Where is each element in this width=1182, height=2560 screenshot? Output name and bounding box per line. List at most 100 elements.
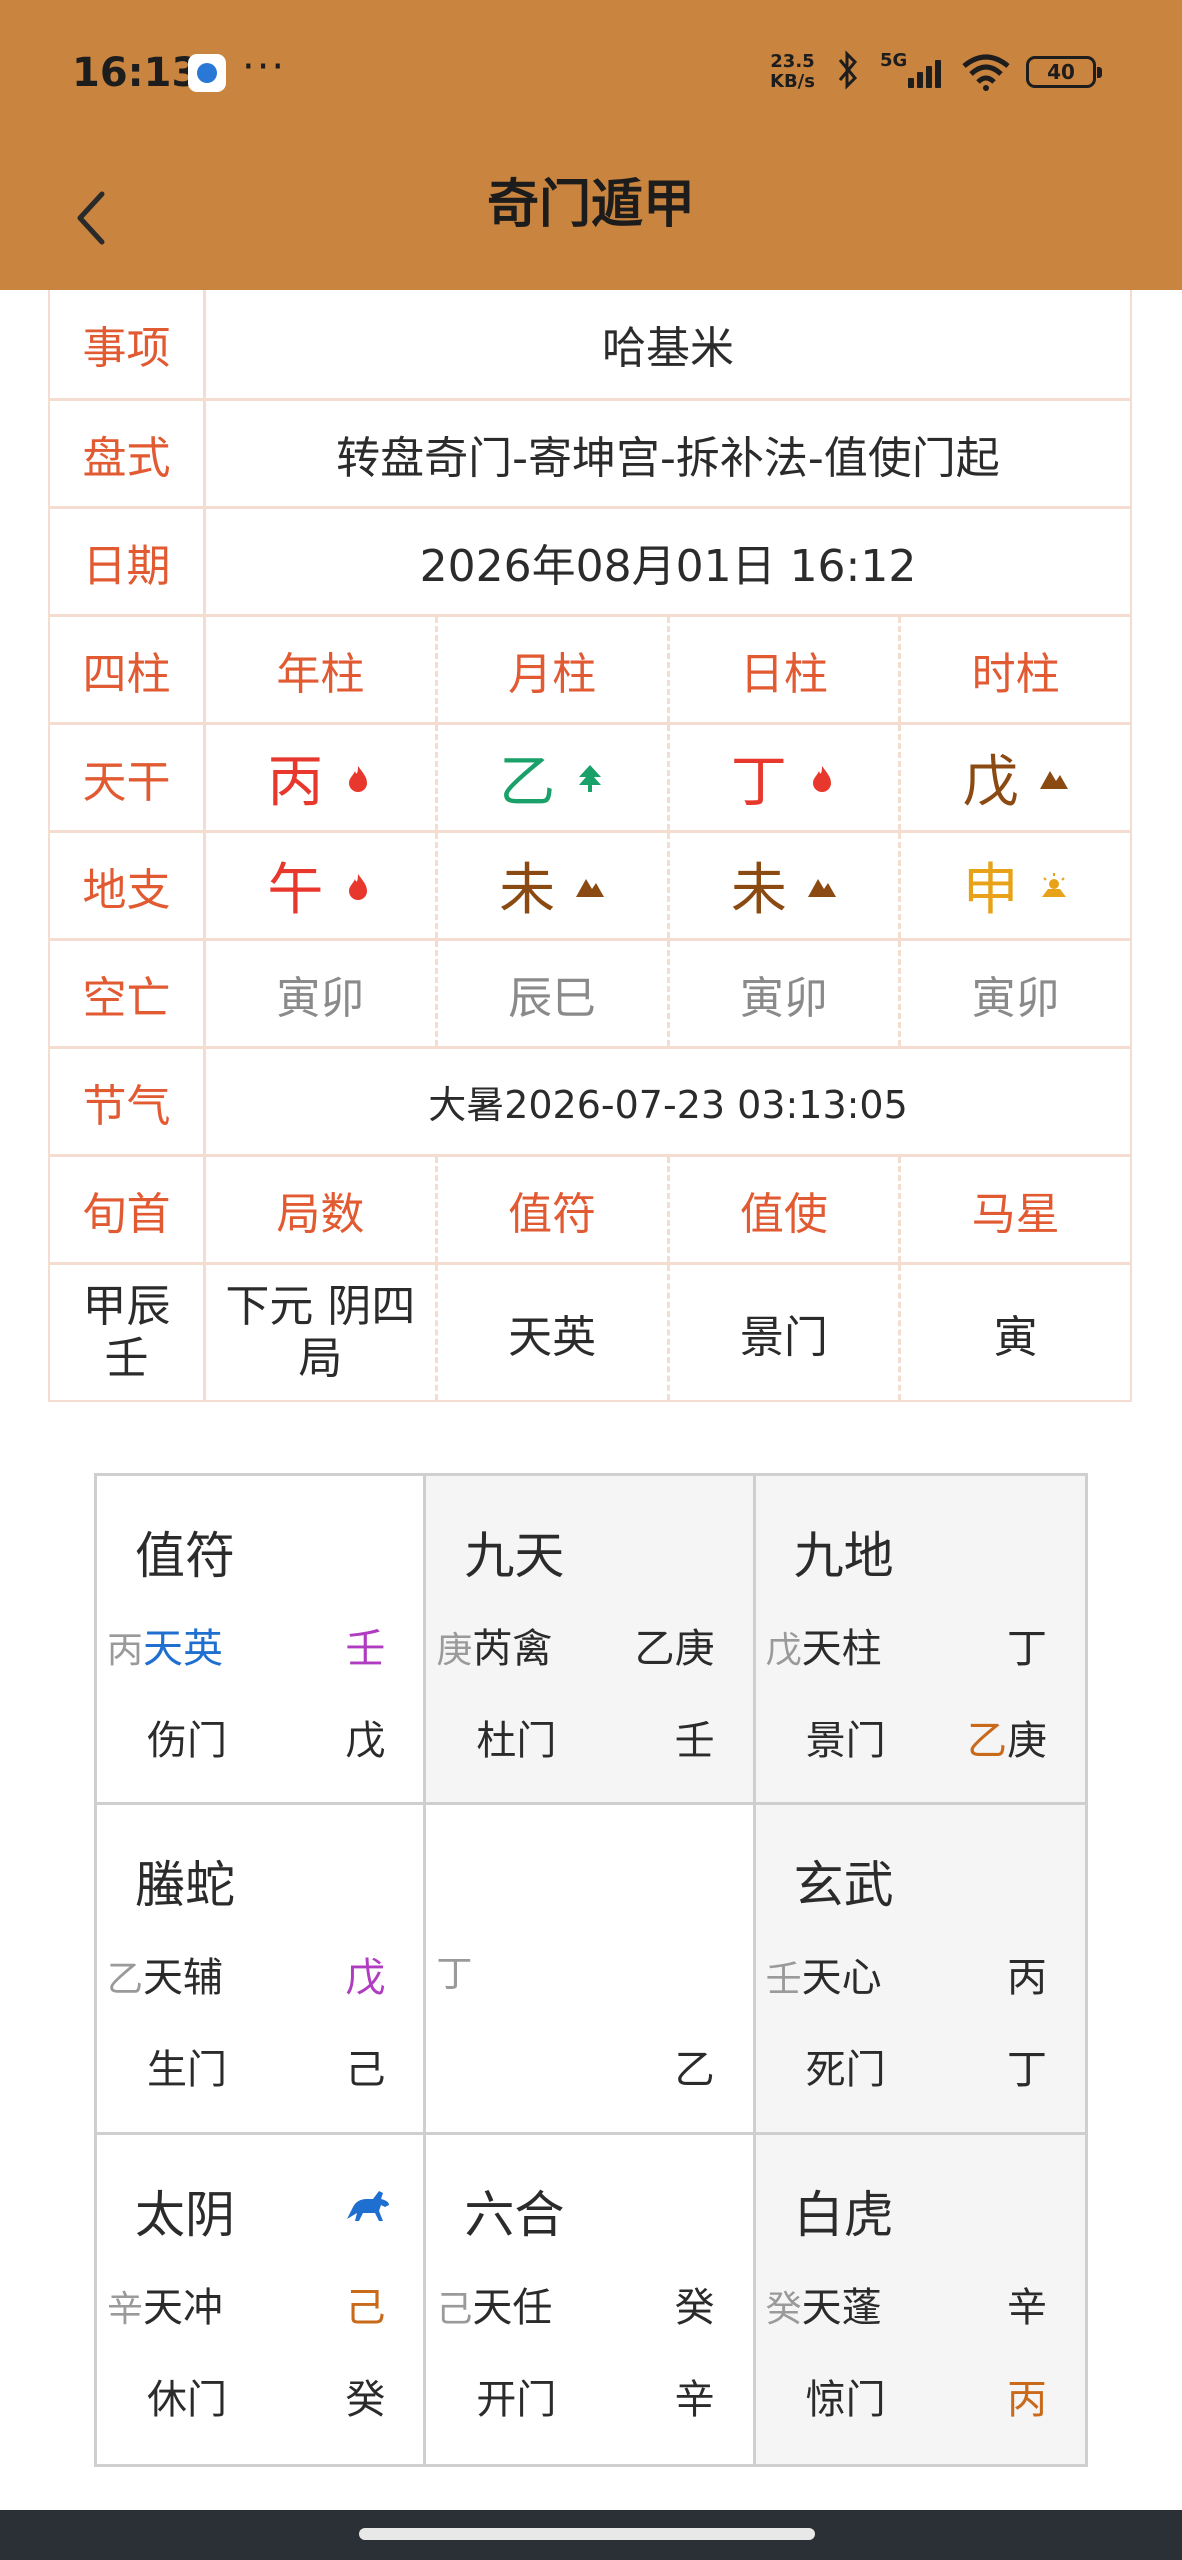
earthly-branches-row: 地支 午 未 未 申 — [50, 830, 1130, 938]
palace-star-name: 天柱 — [801, 1626, 882, 1672]
network-type: 5G — [880, 50, 908, 71]
layout-label: 盘式 — [50, 401, 206, 506]
palace-star-stem: 戊 — [765, 1630, 802, 1671]
palace-earth-stem: 己 — [345, 2047, 386, 2094]
palace-door: 惊门 — [805, 2376, 886, 2423]
palace-heaven-stem: 己 — [345, 2284, 386, 2331]
zhishi-header: 值使 — [670, 1157, 902, 1262]
xunshou-line1: 甲辰 — [82, 1280, 171, 1332]
palace-god: 值符 — [135, 1527, 235, 1585]
palace-star-stem: 辛 — [107, 2288, 144, 2330]
more-notifications-icon: ··· — [242, 44, 287, 90]
wifi-icon — [960, 52, 1012, 92]
center-stem-top: 丁 — [436, 1945, 472, 1997]
palace-heaven-stem: 癸 — [674, 2284, 715, 2331]
status-time: 16:13 — [72, 50, 200, 96]
palace-south[interactable]: 九天 庚芮禽 乙庚 杜门 壬 — [426, 1476, 756, 1806]
palace-star-name: 天蓬 — [801, 2284, 882, 2331]
page-title: 奇门遁甲 — [486, 175, 695, 235]
date-row: 日期 2026年08月01日 16:12 — [50, 506, 1130, 614]
hour-stem: 戊 — [962, 750, 1019, 815]
center-top-stem: 丁 — [436, 1954, 473, 1996]
stems-label: 天干 — [50, 725, 206, 830]
matter-label: 事项 — [50, 290, 206, 398]
palace-earth-stem: 乙庚 — [967, 1708, 1047, 1766]
matter-row: 事项 哈基米 — [50, 290, 1130, 398]
palace-heaven-stem: 戊 — [345, 1955, 386, 2002]
home-indicator[interactable] — [359, 2528, 815, 2540]
palace-earth-stem: 丁 — [1007, 2047, 1047, 2094]
palace-star-stem: 壬 — [765, 1959, 802, 2001]
network-speed-unit: KB/s — [770, 71, 815, 92]
month-stem: 乙 — [499, 750, 556, 815]
matter-value: 哈基米 — [602, 323, 734, 374]
palace-earth-stem-a: 乙 — [967, 1718, 1007, 1764]
ju-value: 下元 阴四局 — [206, 1265, 438, 1400]
month-branch: 未 — [499, 858, 556, 923]
pillars-label: 四柱 — [50, 617, 206, 722]
hour-void: 寅卯 — [971, 972, 1060, 1024]
month-branch-cell: 未 — [438, 833, 670, 938]
xunshou-value: 甲辰壬 — [50, 1265, 206, 1400]
center-stem-bottom: 乙 — [674, 2047, 715, 2094]
palace-star: 辛天冲 — [107, 2275, 223, 2333]
battery-icon: 40 — [1026, 56, 1102, 88]
solar-term-row: 节气 大暑2026-07-23 03:13:05 — [50, 1046, 1130, 1154]
hour-stem-cell: 戊 — [901, 725, 1130, 830]
void-label: 空亡 — [50, 941, 206, 1046]
palace-north[interactable]: 六合 己天任 癸 开门 辛 — [426, 2134, 756, 2464]
palace-door: 景门 — [805, 1718, 886, 1764]
palace-star-stem: 癸 — [765, 2288, 802, 2330]
hour-branch: 申 — [962, 858, 1019, 923]
zhishi-value: 景门 — [670, 1265, 902, 1400]
palace-door: 休门 — [147, 2376, 227, 2423]
year-stem: 丙 — [267, 750, 324, 815]
date-value: 2026年08月01日 16:12 — [419, 540, 917, 592]
palace-door: 伤门 — [147, 1718, 227, 1764]
day-branch: 未 — [730, 858, 787, 923]
year-branch: 午 — [267, 858, 324, 923]
system-nav-bar — [0, 2510, 1182, 2560]
palace-star-name: 芮禽 — [472, 1626, 553, 1672]
network-speed: 23.5 KB/s — [770, 52, 815, 92]
palace-star-name: 天冲 — [143, 2284, 224, 2331]
palace-star: 己天任 — [436, 2275, 552, 2333]
palace-heaven-stem: 乙庚 — [634, 1626, 715, 1672]
palace-star-name: 天心 — [801, 1955, 882, 2002]
palace-southwest[interactable]: 九地 戊天柱 丁 景门 乙庚 — [755, 1476, 1085, 1806]
palace-star: 乙天辅 — [107, 1945, 223, 2003]
palace-east[interactable]: 螣蛇 乙天辅 戊 生门 己 — [97, 1805, 427, 2135]
day-void: 寅卯 — [670, 941, 902, 1046]
year-pillar-header: 年柱 — [206, 617, 438, 722]
xunshou-line2: 壬 — [104, 1332, 149, 1384]
palace-god: 太阴 — [135, 2185, 235, 2244]
palace-god: 玄武 — [793, 1856, 894, 1915]
palace-god: 螣蛇 — [135, 1856, 235, 1915]
palace-west[interactable]: 玄武 壬天心 丙 死门 丁 — [755, 1805, 1085, 2135]
palace-center[interactable]: 丁 乙 — [426, 1805, 756, 2135]
day-pillar-header: 日柱 — [670, 617, 902, 722]
palace-god: 九地 — [793, 1527, 894, 1585]
palace-star-name: 天英 — [143, 1626, 224, 1672]
palace-southeast[interactable]: 值符 丙天英 壬 伤门 戊 — [97, 1476, 427, 1806]
day-branch-cell: 未 — [670, 833, 902, 938]
palace-star-name: 天任 — [472, 2284, 553, 2331]
palace-star: 戊天柱 — [766, 1616, 882, 1674]
palace-earth-stem: 癸 — [345, 2376, 386, 2423]
layout-row: 盘式 转盘奇门-寄坤宫-拆补法-值使门起 — [50, 398, 1130, 506]
palace-star: 壬天心 — [766, 1945, 882, 2003]
chart-content[interactable]: 事项 哈基米 盘式 转盘奇门-寄坤宫-拆补法-值使门起 日期 2026年08月0… — [0, 290, 1182, 2510]
summary-values-row: 甲辰壬 下元 阴四局 天英 景门 寅 — [50, 1262, 1130, 1400]
ju-line1: 下元 阴四 — [225, 1280, 416, 1332]
status-bar: 16:13 ··· 23.5 KB/s 5G 40 — [0, 0, 1182, 150]
solar-term-value: 大暑2026-07-23 03:13:05 — [428, 1083, 908, 1127]
palace-earth-stem: 丙 — [1007, 2376, 1047, 2423]
wood-element-icon — [579, 764, 602, 792]
palace-northwest[interactable]: 白虎 癸天蓬 辛 惊门 丙 — [755, 2134, 1085, 2464]
palace-northeast[interactable]: 太阴 辛天冲 己 休门 癸 — [97, 2134, 427, 2464]
app-notification-icon — [188, 54, 226, 92]
void-row: 空亡 寅卯 辰巳 寅卯 寅卯 — [50, 938, 1130, 1046]
month-void: 辰巳 — [438, 941, 670, 1046]
fire-element-icon — [349, 873, 368, 900]
ju-line2: 局 — [298, 1332, 343, 1384]
